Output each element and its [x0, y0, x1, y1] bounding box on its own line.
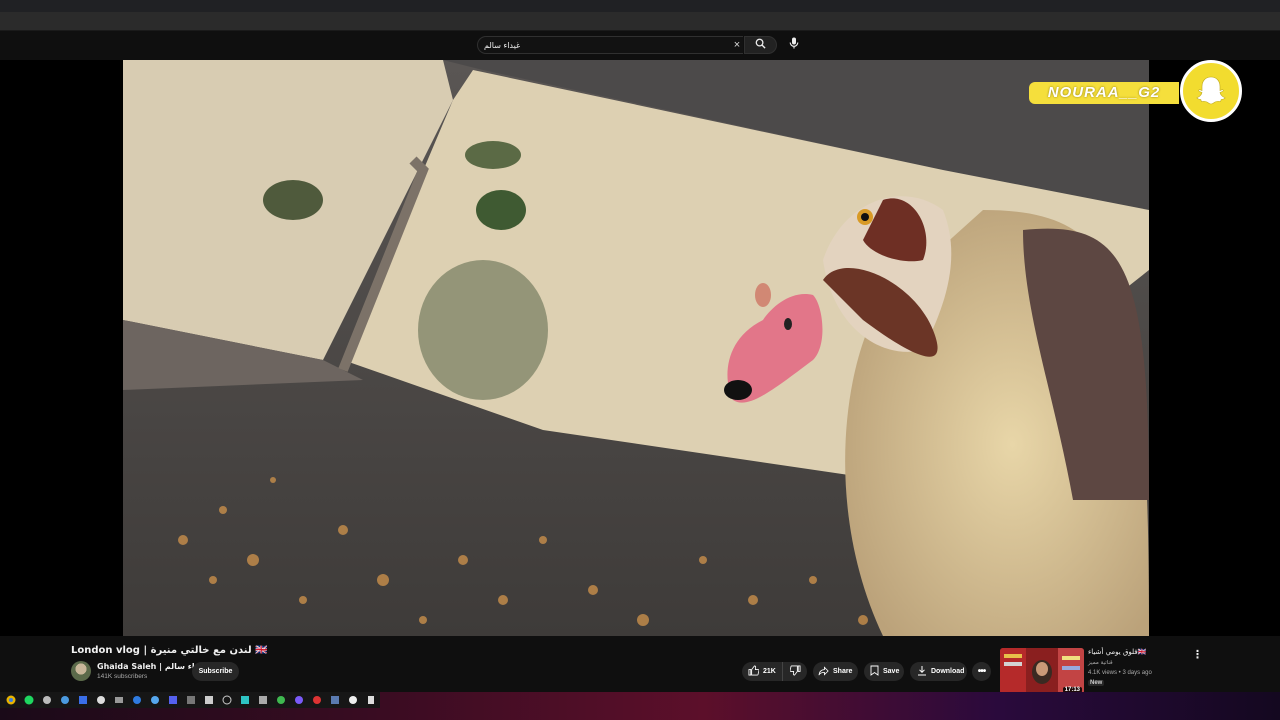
more-actions-button[interactable]: •••: [972, 662, 991, 681]
video-title: London vlog | لندن مع خالتي منيرة 🇬🇧: [71, 645, 268, 656]
channel-avatar[interactable]: [71, 661, 91, 681]
recommended-video-title[interactable]: فلوق يومي أشياء🇬🇧: [1088, 648, 1178, 656]
search-icon: [755, 36, 766, 54]
app-icon[interactable]: [148, 693, 162, 707]
subscribe-button[interactable]: Subscribe: [192, 662, 239, 681]
app-icon[interactable]: [292, 693, 306, 707]
save-button[interactable]: Save: [864, 662, 904, 681]
app-icon[interactable]: [364, 693, 378, 707]
share-label: Share: [833, 668, 853, 675]
snapchat-watermark: NOURAA__G2: [1029, 60, 1247, 124]
recommended-meta: 4.1K views • 3 days ago: [1088, 670, 1152, 676]
app-icon[interactable]: [184, 693, 198, 707]
browser-toolbar: [0, 12, 1280, 31]
dislike-button[interactable]: [783, 662, 801, 681]
share-button[interactable]: Share: [813, 662, 858, 681]
download-icon: [917, 665, 927, 678]
like-button[interactable]: 21K: [742, 662, 783, 681]
app-icon[interactable]: [40, 693, 54, 707]
bookmark-icon: [870, 665, 879, 678]
app-icon[interactable]: [58, 693, 72, 707]
app-icon[interactable]: [220, 693, 234, 707]
video-player[interactable]: [123, 60, 1149, 636]
save-label: Save: [883, 668, 900, 675]
app-icon[interactable]: [202, 693, 216, 707]
recommended-video-thumbnail[interactable]: 17:13: [1000, 648, 1084, 694]
recommended-menu-button[interactable]: ⋮: [1192, 649, 1203, 661]
watermark-username: NOURAA__G2: [1029, 82, 1179, 104]
search-button[interactable]: [744, 36, 777, 54]
mic-icon: [789, 36, 799, 54]
taskbar-icons: [0, 692, 380, 708]
snapchat-ghost-icon: [1180, 60, 1242, 122]
spotify-icon[interactable]: [22, 693, 36, 707]
app-icon[interactable]: [94, 693, 108, 707]
clear-search-button[interactable]: ×: [731, 38, 743, 52]
app-icon[interactable]: [130, 693, 144, 707]
like-count: 21K: [763, 668, 776, 675]
app-icon[interactable]: [238, 693, 252, 707]
app-icon[interactable]: [256, 693, 270, 707]
app-icon[interactable]: [310, 693, 324, 707]
browser-tab-strip: [0, 0, 1280, 12]
app-icon[interactable]: [166, 693, 180, 707]
like-dislike-group: 21K: [742, 662, 807, 681]
subscriber-count: 141K subscribers: [97, 673, 148, 680]
download-button[interactable]: Download: [910, 662, 967, 681]
search-box[interactable]: [477, 36, 743, 54]
app-icon[interactable]: [76, 693, 90, 707]
share-icon: [818, 665, 829, 678]
chrome-icon[interactable]: [4, 693, 18, 707]
app-icon[interactable]: [112, 693, 126, 707]
new-badge: New: [1088, 680, 1105, 686]
recommended-channel[interactable]: قناتية مميز: [1088, 660, 1113, 666]
app-icon[interactable]: [346, 693, 360, 707]
thumbs-down-icon: [789, 665, 801, 678]
search-input[interactable]: [484, 40, 737, 50]
download-label: Download: [931, 668, 965, 675]
app-icon[interactable]: [328, 693, 342, 707]
voice-search-button[interactable]: [786, 37, 802, 53]
video-frame-goose: [123, 60, 1149, 636]
thumbs-up-icon: [748, 665, 760, 678]
app-icon[interactable]: [274, 693, 288, 707]
